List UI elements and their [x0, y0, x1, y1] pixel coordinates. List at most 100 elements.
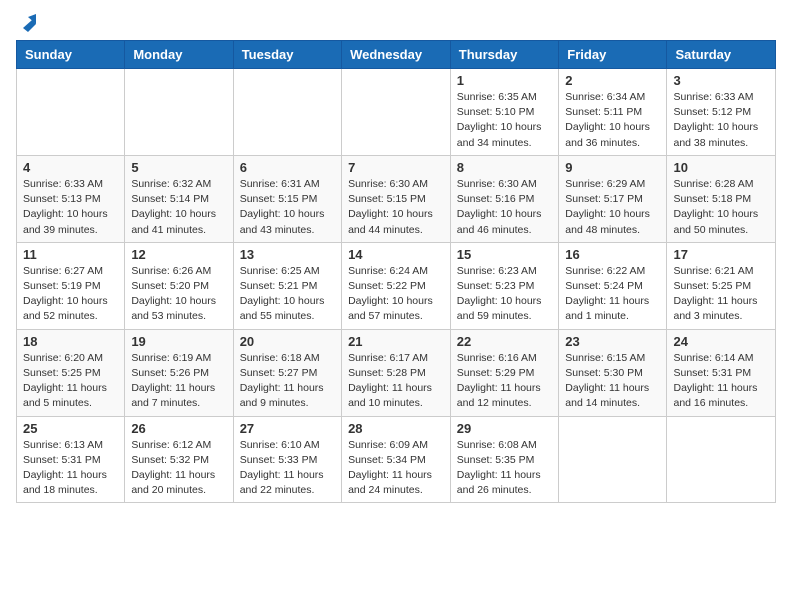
weekday-header-row: SundayMondayTuesdayWednesdayThursdayFrid… [17, 41, 776, 69]
calendar-cell: 10 Sunrise: 6:28 AM Sunset: 5:18 PM Dayli… [667, 155, 776, 242]
calendar-cell: 28Sunrise: 6:09 AM Sunset: 5:34 PM Dayli… [342, 416, 451, 503]
calendar-cell: 22 Sunrise: 6:16 AM Sunset: 5:29 PM Dayli… [450, 329, 559, 416]
day-info: Sunrise: 6:23 AM Sunset: 5:23 PM Dayligh… [457, 264, 553, 325]
calendar-cell: 18 Sunrise: 6:20 AM Sunset: 5:25 PM Dayli… [17, 329, 125, 416]
day-number: 11 [23, 247, 118, 262]
day-info: Sunrise: 6:13 AM Sunset: 5:31 PM Dayligh… [23, 438, 118, 499]
day-number: 22 [457, 334, 553, 349]
day-info: Sunrise: 6:17 AM Sunset: 5:28 PM Dayligh… [348, 351, 444, 412]
day-number: 7 [348, 160, 444, 175]
calendar-cell: 13 Sunrise: 6:25 AM Sunset: 5:21 PM Dayli… [233, 242, 341, 329]
calendar-cell [559, 416, 667, 503]
day-number: 10 [673, 160, 769, 175]
day-number: 13 [240, 247, 335, 262]
day-number: 29 [457, 421, 553, 436]
day-number: 26 [131, 421, 226, 436]
calendar-cell [17, 69, 125, 156]
logo [16, 16, 36, 32]
weekday-header-saturday: Saturday [667, 41, 776, 69]
calendar-cell: 23 Sunrise: 6:15 AM Sunset: 5:30 PM Dayli… [559, 329, 667, 416]
calendar-cell: 9 Sunrise: 6:29 AM Sunset: 5:17 PM Daylig… [559, 155, 667, 242]
day-info: Sunrise: 6:25 AM Sunset: 5:21 PM Dayligh… [240, 264, 335, 325]
calendar-cell: 26 Sunrise: 6:12 AM Sunset: 5:32 PM Dayli… [125, 416, 233, 503]
day-info: Sunrise: 6:30 AM Sunset: 5:16 PM Dayligh… [457, 177, 553, 238]
calendar-cell: 16Sunrise: 6:22 AM Sunset: 5:24 PM Dayli… [559, 242, 667, 329]
day-number: 4 [23, 160, 118, 175]
day-info: Sunrise: 6:12 AM Sunset: 5:32 PM Dayligh… [131, 438, 226, 499]
day-info: Sunrise: 6:34 AM Sunset: 5:11 PM Dayligh… [565, 90, 660, 151]
calendar-cell: 4 Sunrise: 6:33 AM Sunset: 5:13 PM Daylig… [17, 155, 125, 242]
day-info: Sunrise: 6:33 AM Sunset: 5:13 PM Dayligh… [23, 177, 118, 238]
day-number: 15 [457, 247, 553, 262]
logo-bird-icon [18, 14, 36, 32]
calendar-cell: 24 Sunrise: 6:14 AM Sunset: 5:31 PM Dayli… [667, 329, 776, 416]
calendar-cell: 1 Sunrise: 6:35 AM Sunset: 5:10 PM Daylig… [450, 69, 559, 156]
calendar-cell: 7 Sunrise: 6:30 AM Sunset: 5:15 PM Daylig… [342, 155, 451, 242]
calendar-cell [667, 416, 776, 503]
calendar-cell [233, 69, 341, 156]
calendar-cell: 25 Sunrise: 6:13 AM Sunset: 5:31 PM Dayli… [17, 416, 125, 503]
calendar-cell: 6 Sunrise: 6:31 AM Sunset: 5:15 PM Daylig… [233, 155, 341, 242]
day-number: 18 [23, 334, 118, 349]
week-row-1: 1 Sunrise: 6:35 AM Sunset: 5:10 PM Daylig… [17, 69, 776, 156]
day-info: Sunrise: 6:22 AM Sunset: 5:24 PM Dayligh… [565, 264, 660, 325]
day-number: 9 [565, 160, 660, 175]
day-info: Sunrise: 6:35 AM Sunset: 5:10 PM Dayligh… [457, 90, 553, 151]
day-info: Sunrise: 6:09 AM Sunset: 5:34 PM Dayligh… [348, 438, 444, 499]
week-row-2: 4 Sunrise: 6:33 AM Sunset: 5:13 PM Daylig… [17, 155, 776, 242]
day-number: 27 [240, 421, 335, 436]
weekday-header-wednesday: Wednesday [342, 41, 451, 69]
day-info: Sunrise: 6:24 AM Sunset: 5:22 PM Dayligh… [348, 264, 444, 325]
calendar-cell: 2Sunrise: 6:34 AM Sunset: 5:11 PM Daylig… [559, 69, 667, 156]
calendar-cell: 11 Sunrise: 6:27 AM Sunset: 5:19 PM Dayli… [17, 242, 125, 329]
calendar-cell: 8Sunrise: 6:30 AM Sunset: 5:16 PM Daylig… [450, 155, 559, 242]
day-info: Sunrise: 6:15 AM Sunset: 5:30 PM Dayligh… [565, 351, 660, 412]
day-info: Sunrise: 6:16 AM Sunset: 5:29 PM Dayligh… [457, 351, 553, 412]
day-info: Sunrise: 6:18 AM Sunset: 5:27 PM Dayligh… [240, 351, 335, 412]
weekday-header-sunday: Sunday [17, 41, 125, 69]
week-row-3: 11 Sunrise: 6:27 AM Sunset: 5:19 PM Dayli… [17, 242, 776, 329]
day-number: 3 [673, 73, 769, 88]
calendar-cell: 12Sunrise: 6:26 AM Sunset: 5:20 PM Dayli… [125, 242, 233, 329]
day-number: 5 [131, 160, 226, 175]
day-info: Sunrise: 6:28 AM Sunset: 5:18 PM Dayligh… [673, 177, 769, 238]
day-info: Sunrise: 6:33 AM Sunset: 5:12 PM Dayligh… [673, 90, 769, 151]
calendar-cell [342, 69, 451, 156]
calendar-cell: 3 Sunrise: 6:33 AM Sunset: 5:12 PM Daylig… [667, 69, 776, 156]
day-info: Sunrise: 6:20 AM Sunset: 5:25 PM Dayligh… [23, 351, 118, 412]
day-info: Sunrise: 6:30 AM Sunset: 5:15 PM Dayligh… [348, 177, 444, 238]
weekday-header-tuesday: Tuesday [233, 41, 341, 69]
day-number: 6 [240, 160, 335, 175]
calendar-cell [125, 69, 233, 156]
calendar-cell: 5 Sunrise: 6:32 AM Sunset: 5:14 PM Daylig… [125, 155, 233, 242]
calendar-cell: 15 Sunrise: 6:23 AM Sunset: 5:23 PM Dayli… [450, 242, 559, 329]
day-number: 1 [457, 73, 553, 88]
day-info: Sunrise: 6:27 AM Sunset: 5:19 PM Dayligh… [23, 264, 118, 325]
week-row-4: 18 Sunrise: 6:20 AM Sunset: 5:25 PM Dayli… [17, 329, 776, 416]
day-number: 23 [565, 334, 660, 349]
day-info: Sunrise: 6:32 AM Sunset: 5:14 PM Dayligh… [131, 177, 226, 238]
day-info: Sunrise: 6:29 AM Sunset: 5:17 PM Dayligh… [565, 177, 660, 238]
day-number: 19 [131, 334, 226, 349]
day-number: 12 [131, 247, 226, 262]
day-number: 14 [348, 247, 444, 262]
day-info: Sunrise: 6:14 AM Sunset: 5:31 PM Dayligh… [673, 351, 769, 412]
calendar-cell: 14 Sunrise: 6:24 AM Sunset: 5:22 PM Dayli… [342, 242, 451, 329]
calendar-cell: 21 Sunrise: 6:17 AM Sunset: 5:28 PM Dayli… [342, 329, 451, 416]
day-info: Sunrise: 6:19 AM Sunset: 5:26 PM Dayligh… [131, 351, 226, 412]
weekday-header-thursday: Thursday [450, 41, 559, 69]
day-info: Sunrise: 6:31 AM Sunset: 5:15 PM Dayligh… [240, 177, 335, 238]
day-number: 25 [23, 421, 118, 436]
page-header [16, 16, 776, 32]
calendar-cell: 20Sunrise: 6:18 AM Sunset: 5:27 PM Dayli… [233, 329, 341, 416]
weekday-header-friday: Friday [559, 41, 667, 69]
week-row-5: 25 Sunrise: 6:13 AM Sunset: 5:31 PM Dayli… [17, 416, 776, 503]
day-number: 17 [673, 247, 769, 262]
day-number: 21 [348, 334, 444, 349]
calendar-table: SundayMondayTuesdayWednesdayThursdayFrid… [16, 40, 776, 503]
day-info: Sunrise: 6:21 AM Sunset: 5:25 PM Dayligh… [673, 264, 769, 325]
calendar-cell: 29Sunrise: 6:08 AM Sunset: 5:35 PM Dayli… [450, 416, 559, 503]
calendar-cell: 17 Sunrise: 6:21 AM Sunset: 5:25 PM Dayli… [667, 242, 776, 329]
day-info: Sunrise: 6:10 AM Sunset: 5:33 PM Dayligh… [240, 438, 335, 499]
day-number: 24 [673, 334, 769, 349]
